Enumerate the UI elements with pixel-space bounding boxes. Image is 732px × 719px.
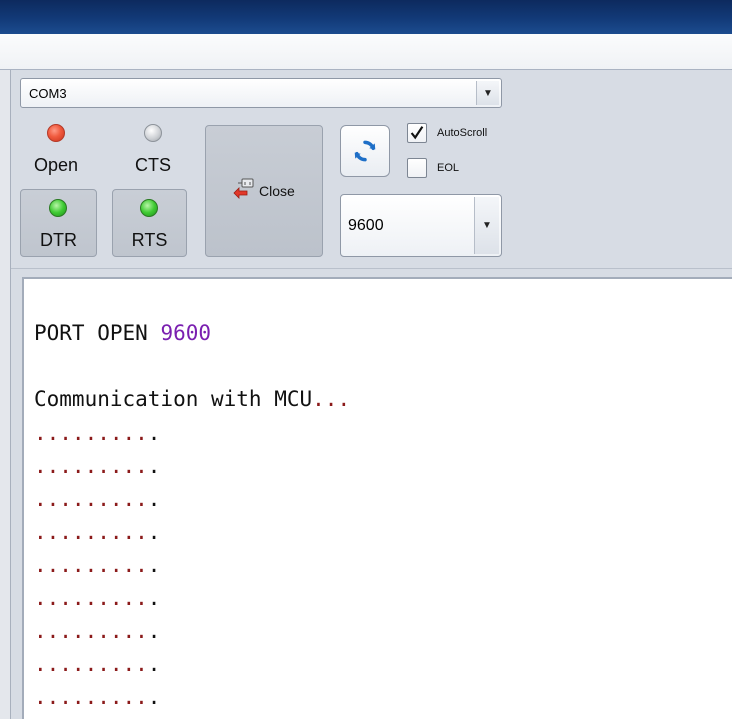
autoscroll-label: AutoScroll: [437, 127, 488, 139]
dtr-led-icon: [49, 199, 67, 217]
progress-dots: .........: [34, 652, 148, 676]
chevron-down-icon[interactable]: ▼: [474, 197, 499, 254]
progress-dots: .........: [34, 454, 148, 478]
left-edge-strip: [0, 70, 11, 719]
refresh-icon: [354, 140, 376, 162]
close-button-label: Close: [259, 183, 295, 199]
disconnect-plug-icon: [233, 178, 254, 199]
autoscroll-checkbox[interactable]: [407, 123, 427, 143]
progress-dot-end: .: [147, 619, 161, 643]
progress-dot-end: .: [147, 553, 161, 577]
progress-dot-end: .: [147, 487, 161, 511]
terminal-dot-line: ..........: [34, 421, 160, 445]
cts-status-led-icon: [144, 124, 162, 142]
rts-toggle-button[interactable]: RTS: [112, 189, 187, 257]
terminal-dot-line: ..........: [34, 520, 160, 544]
cts-status-label: CTS: [135, 155, 171, 175]
progress-dots: .........: [34, 520, 148, 544]
rts-label: RTS: [131, 230, 168, 250]
progress-dots: .........: [34, 421, 148, 445]
terminal-dot-line: ..........: [34, 487, 160, 511]
close-port-button[interactable]: Close: [205, 125, 323, 257]
progress-dot-end: .: [147, 421, 161, 445]
progress-dot-end: .: [147, 520, 161, 544]
communication-ellipsis: ...: [312, 387, 351, 411]
refresh-ports-button[interactable]: [340, 125, 390, 177]
progress-dot-end: .: [147, 454, 161, 478]
terminal-dot-line: ..........: [34, 454, 160, 478]
panel-divider: [11, 268, 732, 269]
dtr-toggle-button[interactable]: DTR: [20, 189, 97, 257]
progress-dot-end: .: [147, 586, 161, 610]
rts-led-icon: [140, 199, 158, 217]
terminal-dot-line: ..........: [34, 553, 160, 577]
checkmark-icon: [410, 126, 424, 140]
baud-rate-value: 9600: [348, 217, 384, 234]
terminal-dot-line: ..........: [34, 685, 160, 709]
eol-checkbox[interactable]: [407, 158, 427, 178]
eol-label: EOL: [437, 162, 460, 174]
terminal-output[interactable]: PORT OPEN 9600 Communication with MCU...…: [22, 277, 732, 719]
port-select-value: COM3: [29, 86, 67, 101]
port-select[interactable]: COM3 ▼: [20, 78, 502, 108]
progress-dots: .........: [34, 487, 148, 511]
dtr-label: DTR: [40, 230, 77, 250]
progress-dot-end: .: [147, 685, 161, 709]
menu-bar: [0, 34, 732, 70]
window-title-bar: [0, 0, 732, 34]
progress-dots: .........: [34, 619, 148, 643]
communication-text: Communication with MCU: [34, 387, 313, 411]
port-open-baud: 9600: [160, 321, 212, 345]
terminal-dot-line: ..........: [34, 652, 160, 676]
progress-dots: .........: [34, 586, 148, 610]
port-open-text: PORT OPEN: [34, 321, 148, 345]
open-status-label: Open: [33, 155, 79, 175]
progress-dots: .........: [34, 553, 148, 577]
terminal-line-port-open: PORT OPEN 9600: [34, 321, 211, 345]
open-status-led-icon: [47, 124, 65, 142]
terminal-dot-line: ..........: [34, 586, 160, 610]
progress-dot-end: .: [147, 652, 161, 676]
baud-rate-select[interactable]: 9600 ▼: [340, 194, 502, 257]
chevron-down-icon[interactable]: ▼: [476, 81, 499, 105]
progress-dots: .........: [34, 685, 148, 709]
terminal-line-communication: Communication with MCU...: [34, 387, 350, 411]
terminal-dot-line: ..........: [34, 619, 160, 643]
